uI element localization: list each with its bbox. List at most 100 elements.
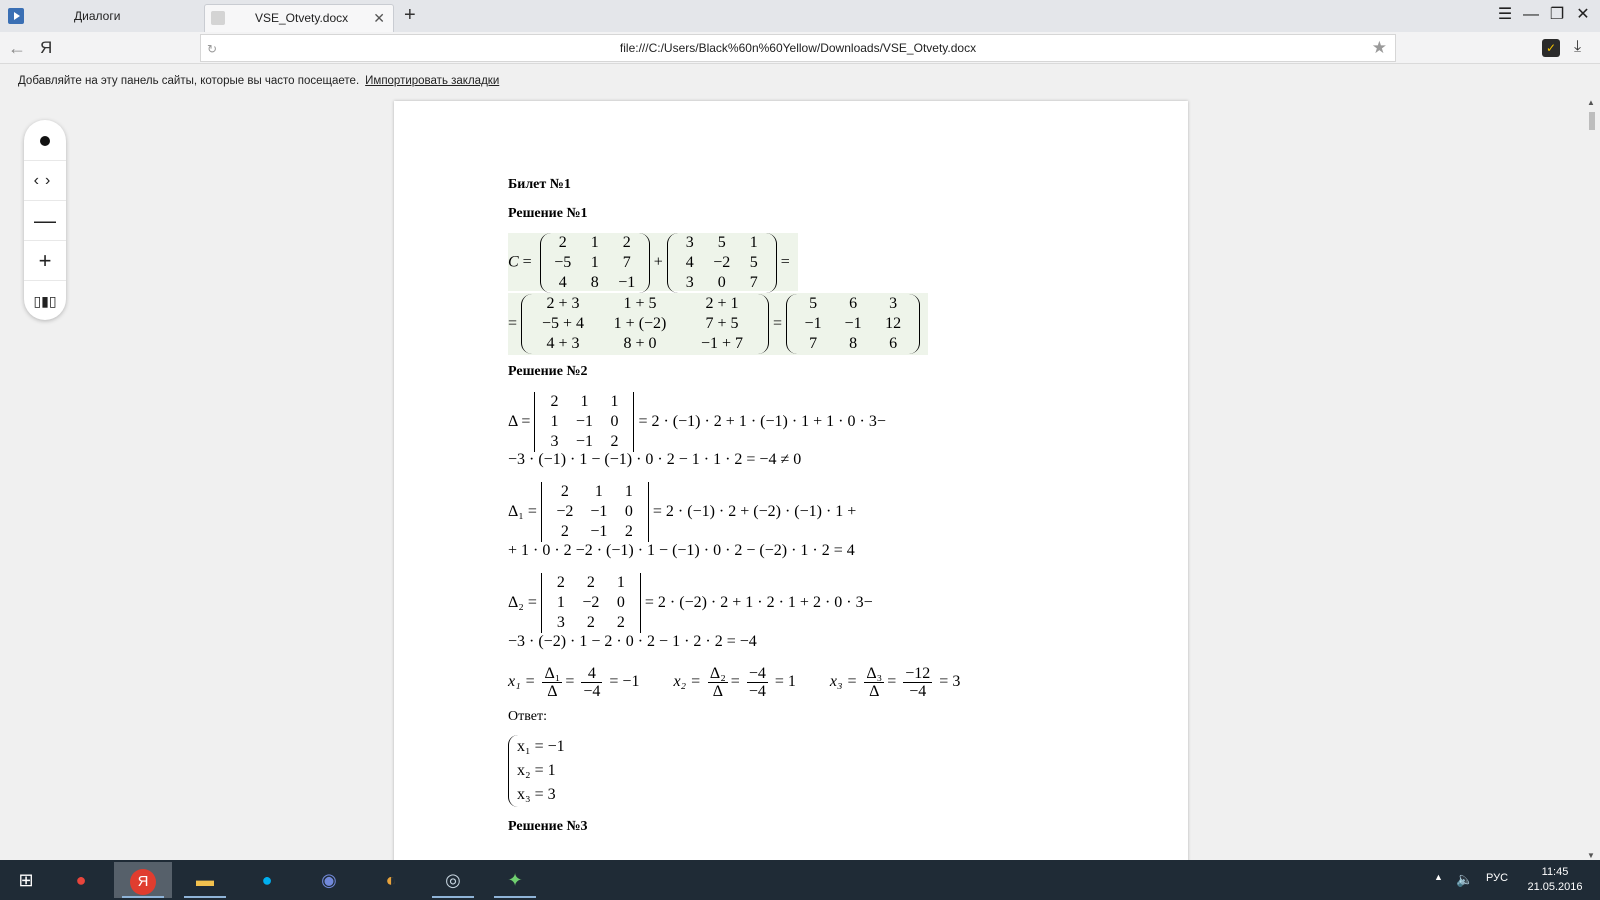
skype-icon[interactable]: ● xyxy=(238,862,296,898)
clock[interactable]: 11:45 21.05.2016 xyxy=(1520,865,1590,895)
delta-cell-1-0: 1 xyxy=(550,413,559,431)
tray-expand-icon[interactable]: ▲ xyxy=(1434,872,1443,882)
paint-icon[interactable]: ◐ xyxy=(362,862,420,898)
browser-menu-icon[interactable]: ☰ xyxy=(1492,4,1518,26)
delta2-cell-0-2: 1 xyxy=(616,574,625,592)
volume-icon[interactable]: 🔈 xyxy=(1456,871,1473,888)
matrix-result-cell-1-0: −1 xyxy=(804,315,822,333)
x1-result: = −1 xyxy=(609,673,640,690)
import-bookmarks-link[interactable]: Импортировать закладки xyxy=(365,75,499,87)
delta1-cell-1-2: 0 xyxy=(624,503,633,521)
page-nav-icon[interactable]: ‹› xyxy=(24,160,66,200)
x1-f1-den: Δ xyxy=(547,682,558,700)
scroll-thumb[interactable] xyxy=(1589,112,1595,130)
matrix-a-cell-0-2: 2 xyxy=(622,234,631,251)
fit-page-icon[interactable]: ▯▮▯ xyxy=(24,280,66,320)
delta2-cell-1-0: 1 xyxy=(556,594,565,612)
solution1-heading: Решение №1 xyxy=(508,206,588,221)
matrix-result-cell-1-1: −1 xyxy=(844,315,862,333)
x2-f2-den: −4 xyxy=(748,682,766,700)
delta-line2: −3 · (−1) · 1 − (−1) · 0 · 2 − 1 · 1 · 2… xyxy=(508,451,802,468)
browser-app-icon[interactable] xyxy=(8,8,24,24)
matrix-sum-cell-1-1: 1 + (−2) xyxy=(613,315,667,333)
x1-f2-den: −4 xyxy=(583,682,601,700)
pointer-tool-icon[interactable] xyxy=(24,120,66,160)
tab-document[interactable]: VSE_Otvety.docx ✕ xyxy=(204,4,394,32)
delta1-cell-2-2: 2 xyxy=(624,523,633,541)
close-window-icon[interactable]: ✕ xyxy=(1570,4,1596,26)
delta2-equation: Δ₂ = 2 2 1 1 −2 0 3 2 2 = 2 · (−2) · 2 + 1 · 2 · 1… xyxy=(508,572,873,634)
delta-line1: = 2 · (−1) · 2 + 1 · (−1) · 1 + 1 · 0 · … xyxy=(638,413,886,430)
matrix-b-cell-2-1: 0 xyxy=(717,274,726,291)
delta-cell-2-1: −1 xyxy=(575,433,593,451)
x2-fraction-1: Δ₂ Δ xyxy=(707,664,728,700)
matrix-b-cell-2-2: 7 xyxy=(749,274,758,291)
bookmarks-hint-text: Добавляйте на эту панель сайты, которые … xyxy=(18,75,360,87)
x3-f1-num: Δ₃ xyxy=(864,664,885,683)
answer-line-3: x₃ = 3 xyxy=(517,786,556,803)
delta-cell-0-0: 2 xyxy=(550,393,559,411)
vertical-scrollbar[interactable]: ▲ ▼ xyxy=(1584,98,1600,860)
x2-f1-num: Δ₂ xyxy=(707,664,728,683)
x2-result: = 1 xyxy=(774,673,796,690)
clock-date: 21.05.2016 xyxy=(1527,881,1583,893)
tab-dialogs[interactable]: Диалоги xyxy=(34,0,202,32)
yandex-browser-icon[interactable]: Я xyxy=(114,862,172,898)
language-indicator[interactable]: РУС xyxy=(1486,872,1508,884)
windows-start-icon[interactable]: ⊞ xyxy=(6,864,46,896)
discord-icon[interactable]: ◉ xyxy=(300,862,358,898)
matrix-result-cell-0-1: 6 xyxy=(849,295,858,313)
url-text[interactable]: file:///C:/Users/Black%60n%60Yellow/Down… xyxy=(201,35,1395,61)
delta2-cell-0-0: 2 xyxy=(556,574,565,592)
file-explorer-icon[interactable]: ▬ xyxy=(176,862,234,898)
answer-label: Ответ: xyxy=(508,709,547,724)
app-globe-icon[interactable]: ✦ xyxy=(486,862,544,898)
scroll-up-icon[interactable]: ▲ xyxy=(1587,98,1595,107)
back-arrow-icon[interactable]: ← xyxy=(8,36,26,60)
x3-expression: x₃ = Δ₃ Δ = −12 −4 = 3 xyxy=(829,664,961,700)
delta2-determinant: 2 2 1 1 −2 0 3 2 2 xyxy=(540,573,641,634)
matrix-sum-line2: = 2 + 31 + 52 + 1 −5 + 41 + (−2) 7 + 54 + 3… xyxy=(508,293,929,355)
extension-icon[interactable]: ✓ xyxy=(1542,39,1560,57)
viewer-toolbar: ‹› — + ▯▮▯ xyxy=(24,120,66,320)
delta1-label: Δ₁ = xyxy=(508,503,537,520)
clock-time: 11:45 xyxy=(1541,866,1569,878)
new-tab-button[interactable]: + xyxy=(404,3,416,27)
delta2-cell-1-1: −2 xyxy=(582,594,600,612)
delta2-cell-0-1: 2 xyxy=(586,574,595,592)
scroll-down-icon[interactable]: ▼ xyxy=(1587,851,1595,860)
delta2-cell-2-2: 2 xyxy=(616,614,625,632)
document-favicon-icon xyxy=(211,11,225,25)
matrix-b-cell-0-0: 3 xyxy=(685,234,694,251)
steam-icon[interactable]: ◎ xyxy=(424,862,482,898)
matrix-a-cell-2-1: 8 xyxy=(590,274,599,291)
restore-icon[interactable]: ❐ xyxy=(1544,4,1570,26)
matrix-result-cell-2-2: 6 xyxy=(889,335,898,353)
matrix-sum-cell-2-2: −1 + 7 xyxy=(701,335,744,353)
matrix-b-cell-1-0: 4 xyxy=(685,254,694,271)
chrome-icon[interactable]: ● xyxy=(52,862,110,898)
delta2-line1: = 2 · (−2) · 2 + 1 · 2 · 1 + 2 · 0 · 3− xyxy=(644,594,873,611)
bookmark-star-icon[interactable]: ★ xyxy=(1372,37,1387,59)
matrix-a-cell-0-0: 2 xyxy=(558,234,567,251)
yandex-logo[interactable]: Я xyxy=(40,36,52,60)
delta1-cell-2-0: 2 xyxy=(560,523,569,541)
zoom-out-icon[interactable]: — xyxy=(24,200,66,240)
solution3-heading: Решение №3 xyxy=(508,819,588,834)
matrix-sum-cell-0-2: 2 + 1 xyxy=(705,295,739,313)
delta2-cell-2-1: 2 xyxy=(586,614,595,632)
download-icon[interactable]: ⤓ xyxy=(1574,36,1581,58)
document-page: Билет №1 Решение №1 C = 2 1 2 −5 1 7 4 8 −1 +3 5 1 4… xyxy=(394,101,1188,860)
x3-result: = 3 xyxy=(939,673,961,690)
tab-close-icon[interactable]: ✕ xyxy=(373,5,385,31)
zoom-in-icon[interactable]: + xyxy=(24,240,66,280)
matrix-sum-cell-1-0: −5 + 4 xyxy=(542,315,585,333)
delta2-line2: −3 · (−2) · 1 − 2 · 0 · 2 − 1 · 2 · 2 = … xyxy=(508,633,757,650)
delta-cell-1-1: −1 xyxy=(575,413,593,431)
matrix-result-cell-2-1: 8 xyxy=(849,335,858,353)
matrix-b-cell-0-2: 1 xyxy=(749,234,758,251)
minimize-icon[interactable]: — xyxy=(1518,4,1544,26)
address-bar[interactable]: ↻ file:///C:/Users/Black%60n%60Yellow/Do… xyxy=(200,34,1396,62)
x1-fraction-1: Δ₁ Δ xyxy=(542,665,563,700)
x3-fraction-2: −12 −4 xyxy=(903,665,933,700)
